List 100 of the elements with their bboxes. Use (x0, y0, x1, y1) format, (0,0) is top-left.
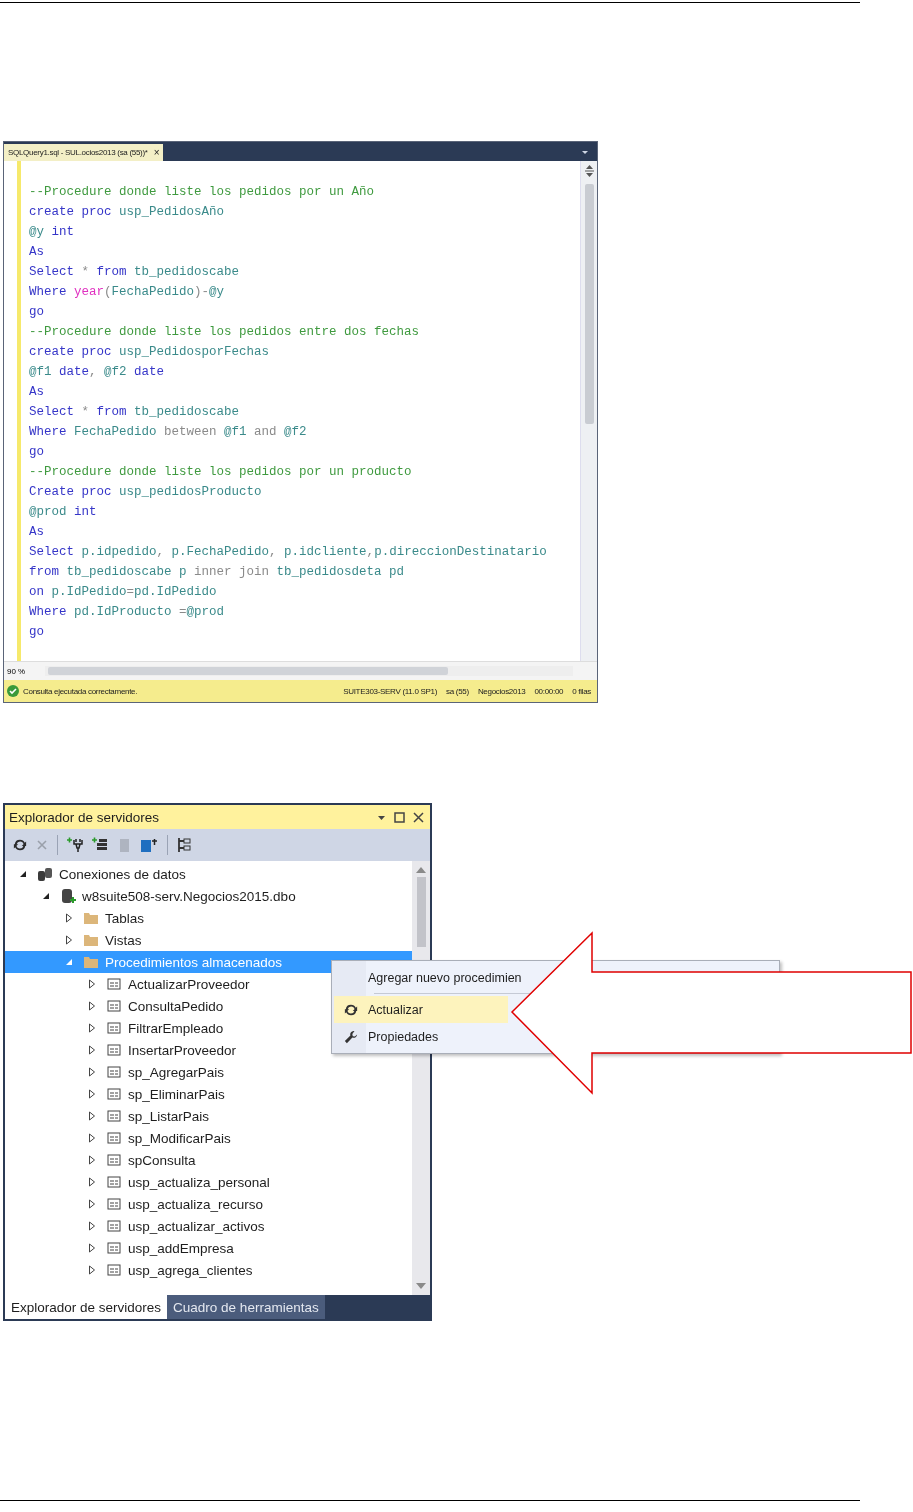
close-icon[interactable] (413, 811, 424, 823)
code-line: Where pd.IdProducto =@prod (29, 604, 225, 621)
tree-item[interactable]: spConsulta (5, 1149, 412, 1171)
tree-item[interactable]: sp_ModificarPais (5, 1127, 412, 1149)
plug-icon[interactable] (67, 837, 83, 853)
collapsed-icon[interactable] (64, 913, 74, 923)
code-line: Select * from tb_pedidoscabe (29, 264, 240, 281)
database-name: Negocios2013 (477, 686, 526, 696)
row-count: 0 filas (572, 686, 591, 696)
scrollbar[interactable] (45, 666, 573, 676)
table-icon (106, 1240, 122, 1256)
status-message: Consulta ejecutada correctamente. (23, 686, 139, 696)
menu-item[interactable]: Actualizar (334, 996, 508, 1023)
folder-icon (83, 910, 99, 926)
wrench-icon (344, 1029, 358, 1044)
menu-item[interactable]: Propiedades (334, 1023, 441, 1050)
code-line: @y int (29, 224, 75, 241)
tree-item[interactable]: sp_EliminarPais (5, 1083, 412, 1105)
tree-item[interactable]: w8suite508-serv.Negocios2015.dbo (5, 885, 412, 907)
elapsed-time: 00:00:00 (534, 686, 564, 696)
tree-item[interactable]: sp_AgregarPais (5, 1061, 412, 1083)
collapsed-icon[interactable] (87, 1155, 97, 1165)
collapsed-icon[interactable] (87, 1177, 97, 1187)
code-line: Select * from tb_pedidoscabe (29, 404, 240, 421)
code-line: Create proc usp_pedidosProducto (29, 484, 262, 501)
tree-item[interactable]: Vistas (5, 929, 412, 951)
code-line: Where year(FechaPedido)-@y (29, 284, 225, 301)
collapsed-icon[interactable] (87, 1265, 97, 1275)
hierarchy-icon[interactable] (177, 837, 191, 853)
document-tab[interactable]: SQLQuery1.sql - SUL.ocios2013 (sa (55))* × (4, 144, 164, 161)
table-icon (106, 1196, 122, 1212)
scroll-up-icon[interactable] (416, 867, 426, 873)
code-line: --Procedure donde liste los pedidos entre dos fechas (29, 324, 420, 341)
panel-tab[interactable]: Cuadro de herramientas (167, 1295, 325, 1319)
code-line: --Procedure donde liste los pedidos por un Año (29, 184, 375, 201)
refresh-icon[interactable] (344, 1002, 358, 1017)
table-icon (106, 1086, 122, 1102)
scroll-thumb[interactable] (416, 877, 426, 947)
collapsed-icon[interactable] (87, 979, 97, 989)
tree-item[interactable]: usp_actualiza_recurso (5, 1193, 412, 1215)
scroll-thumb[interactable] (584, 184, 594, 424)
scrollbar[interactable] (580, 161, 597, 661)
collapsed-icon[interactable] (87, 1111, 97, 1121)
code-line: Select p.idpedido, p.FechaPedido, p.idcliente,p.direccionDestinatario (29, 544, 547, 561)
tree-item[interactable]: usp_actualiza_personal (5, 1171, 412, 1193)
collapsed-icon[interactable] (87, 1067, 97, 1077)
expanded-icon[interactable] (18, 869, 28, 879)
code-line: create proc usp_PedidosporFechas (29, 344, 270, 361)
code-line: As (29, 244, 44, 261)
code-line: create proc usp_PedidosAño (29, 204, 225, 221)
collapsed-icon[interactable] (87, 1221, 97, 1231)
tree-item[interactable]: usp_actualizar_activos (5, 1215, 412, 1237)
table-icon (106, 1108, 122, 1124)
code-line: As (29, 384, 44, 401)
code-line: on p.IdPedido=pd.IdPedido (29, 584, 217, 601)
refresh-icon[interactable] (13, 838, 27, 852)
collapsed-icon[interactable] (87, 1089, 97, 1099)
expanded-icon[interactable] (41, 891, 51, 901)
zoom-level[interactable]: 90 % (7, 666, 41, 676)
tile-icon[interactable] (140, 837, 158, 853)
tree-item[interactable]: usp_agrega_clientes (5, 1259, 412, 1281)
panel-title: Explorador de servidores (9, 809, 160, 825)
code-line: --Procedure donde liste los pedidos por un producto (29, 464, 412, 481)
folder-icon (83, 954, 99, 970)
table-icon (106, 998, 122, 1014)
table-icon (106, 976, 122, 992)
collapsed-icon[interactable] (87, 1133, 97, 1143)
code-line: go (29, 304, 44, 321)
collapsed-icon[interactable] (64, 935, 74, 945)
code-line: @f1 date, @f2 date (29, 364, 165, 381)
database-icon (37, 866, 53, 882)
collapsed-icon[interactable] (87, 1045, 97, 1055)
table-icon (106, 1174, 122, 1190)
tree-item[interactable]: Conexiones de datos (5, 863, 412, 885)
server-icon[interactable] (92, 837, 108, 853)
database-icon (60, 888, 76, 904)
scroll-down-icon[interactable] (416, 1283, 426, 1289)
check-icon (7, 685, 19, 697)
scroll-thumb[interactable] (48, 667, 448, 675)
code-line: go (29, 444, 44, 461)
collapsed-icon[interactable] (87, 1199, 97, 1209)
split-icon[interactable] (584, 164, 594, 178)
tree-item[interactable]: usp_addEmpresa (5, 1237, 412, 1259)
dropdown-icon[interactable] (581, 148, 589, 156)
collapsed-icon[interactable] (87, 1001, 97, 1011)
code-line: As (29, 524, 44, 541)
table-icon (106, 1262, 122, 1278)
table-icon (106, 1042, 122, 1058)
collapsed-icon[interactable] (87, 1243, 97, 1253)
user-name: sa (55) (446, 686, 469, 696)
table-icon (106, 1020, 122, 1036)
panel-tab[interactable]: Explorador de servidores (5, 1295, 168, 1319)
maximize-icon[interactable] (394, 811, 405, 823)
tree-item[interactable]: sp_ListarPais (5, 1105, 412, 1127)
tree-item[interactable]: Tablas (5, 907, 412, 929)
table-icon (106, 1064, 122, 1080)
code-line: Where FechaPedido between @f1 and @f2 (29, 424, 307, 441)
code-line: @prod int (29, 504, 97, 521)
collapsed-icon[interactable] (87, 1023, 97, 1033)
folder-icon (83, 932, 99, 948)
